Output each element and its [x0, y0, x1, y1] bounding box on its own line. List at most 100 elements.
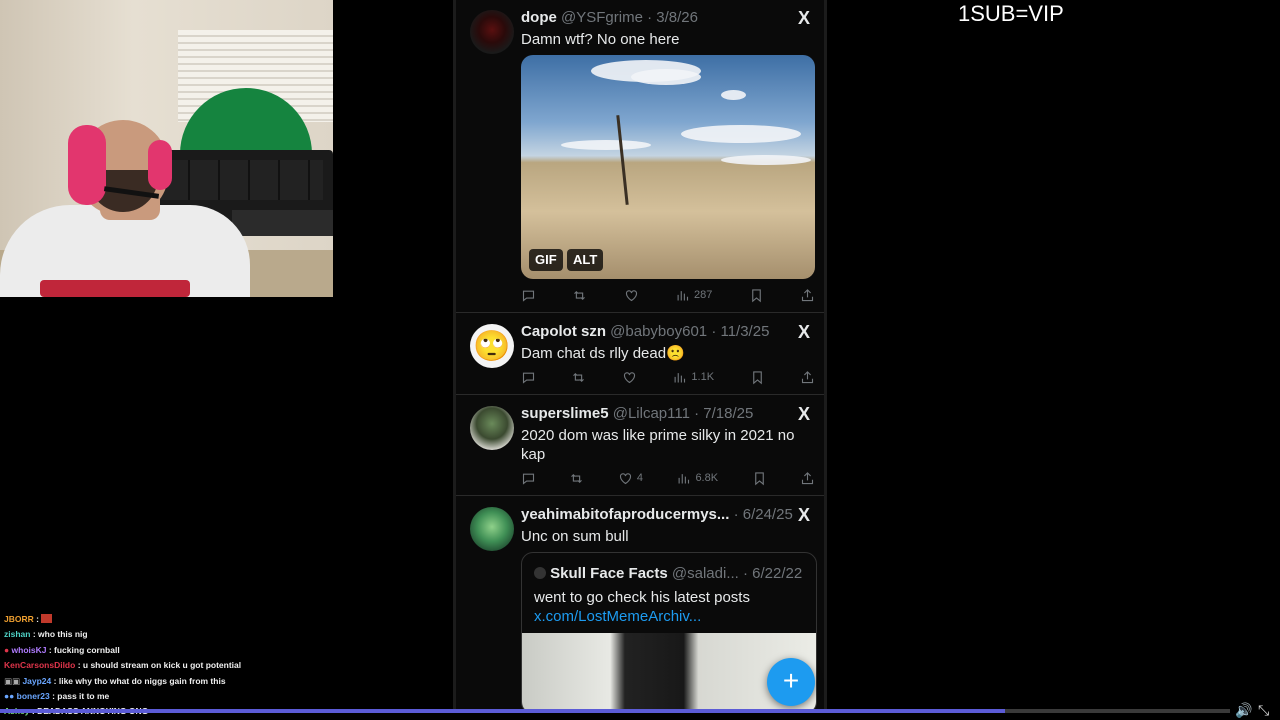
quoted-link[interactable]: x.com/LostMemeArchiv... [534, 608, 701, 625]
badge-icon: ●● [4, 691, 15, 702]
post-meta: dope @YSFgrime · 3/8/26 [521, 9, 698, 26]
post-meta: Capolot szn @babyboy601 · 11/3/25 [521, 323, 769, 340]
repost-button[interactable] [571, 370, 586, 385]
views-button[interactable]: 1.1K [672, 370, 714, 385]
chat-text: : pass it to me [52, 691, 110, 702]
like-button[interactable] [622, 370, 637, 385]
chat-message: ● whoisKJ : fucking cornball [4, 643, 264, 658]
author-name[interactable]: Capolot szn [521, 323, 606, 340]
post-meta: superslime5 @Lilcap111 · 7/18/25 [521, 405, 753, 422]
reply-button[interactable] [521, 288, 536, 303]
chat-username[interactable]: whoisKJ [12, 645, 47, 655]
badge-icon: ● [4, 644, 10, 655]
avatar[interactable]: 🙄 [470, 324, 514, 368]
post-date: · 11/3/25 [711, 323, 770, 340]
chat-message: JBORR : [4, 612, 264, 627]
repost-icon [574, 290, 586, 300]
chat-username[interactable]: zishan [4, 629, 30, 639]
chat-text: : fucking cornball [48, 644, 120, 655]
twitter-feed[interactable]: dope @YSFgrime · 3/8/26 X Damn wtf? No o… [453, 0, 827, 710]
bookmark-button[interactable] [749, 288, 764, 303]
heart-icon [619, 472, 631, 484]
share-icon [801, 370, 814, 383]
views-button[interactable]: 6.8K [676, 471, 718, 486]
post-actions: 287 [521, 286, 815, 304]
quoted-avatar [534, 567, 546, 579]
avatar[interactable] [470, 10, 514, 54]
author-handle[interactable]: @Lilcap111 [613, 405, 690, 422]
chat-message: ●● boner23 : pass it to me [4, 689, 264, 704]
share-icon [801, 288, 814, 301]
reply-button[interactable] [521, 370, 536, 385]
author-name[interactable]: superslime5 [521, 405, 609, 422]
author-name[interactable]: yeahimabitofaproducermys... [521, 506, 729, 523]
x-logo-icon: X [797, 322, 810, 342]
post-item[interactable]: 🙄 Capolot szn @babyboy601 · 11/3/25 X Da… [456, 313, 824, 395]
repost-button[interactable] [572, 288, 587, 303]
post-actions: 1.1K [521, 368, 815, 386]
chat-username[interactable]: JBORR [4, 614, 34, 624]
bookmark-icon [751, 288, 761, 302]
chat-message: ▣▣ Jayp24 : like why tho what do niggs g… [4, 674, 264, 689]
stream-chat: JBORR : zishan : who this nig ● whoisKJ … [4, 612, 264, 720]
like-button[interactable]: 4 [618, 471, 643, 486]
quoted-author-name[interactable]: Skull Face Facts [550, 565, 668, 582]
post-text: Unc on sum bull [521, 528, 629, 545]
share-button[interactable] [800, 288, 815, 303]
x-logo-icon: X [797, 8, 810, 28]
gif-badge: GIF [529, 249, 563, 271]
avatar[interactable] [470, 406, 514, 450]
x-logo-icon: X [797, 404, 810, 424]
chat-username[interactable]: Jayp24 [22, 676, 51, 686]
share-button[interactable] [800, 471, 815, 486]
analytics-icon [677, 290, 689, 300]
analytics-icon [674, 372, 686, 382]
post-media-gif[interactable]: GIF ALT [521, 55, 815, 279]
chat-text: : like why tho what do niggs gain from t… [53, 675, 226, 686]
quoted-post-text: went to go check his latest posts x.com/… [534, 588, 804, 626]
x-logo-icon: X [797, 505, 810, 525]
view-count: 6.8K [695, 472, 719, 484]
quoted-post-date: · 6/22/22 [743, 565, 803, 582]
views-button[interactable]: 287 [675, 288, 712, 303]
webcam-feed [0, 0, 333, 297]
chat-message: zishan : who this nig [4, 627, 264, 642]
post-text: Damn wtf? No one here [521, 31, 680, 48]
bookmark-button[interactable] [752, 471, 767, 486]
chat-username[interactable]: KenCarsonsDildo [4, 660, 75, 670]
heart-icon [625, 289, 637, 301]
author-handle[interactable]: @YSFgrime [561, 9, 643, 26]
chat-username[interactable]: boner23 [17, 691, 50, 701]
post-date: · 3/8/26 [647, 9, 698, 26]
like-count: 4 [636, 472, 643, 484]
share-button[interactable] [800, 370, 815, 385]
share-icon [801, 471, 814, 484]
author-name[interactable]: dope [521, 9, 557, 26]
alt-badge[interactable]: ALT [567, 249, 604, 271]
author-handle[interactable]: @babyboy601 [610, 323, 707, 340]
emote-icon [41, 614, 53, 623]
post-item[interactable]: superslime5 @Lilcap111 · 7/18/25 X 2020 … [456, 395, 824, 496]
chat-message: KenCarsonsDildo : u should stream on kic… [4, 658, 264, 673]
badge-icon: ▣▣ [4, 675, 21, 686]
chat-text: : u should stream on kick u got potentia… [77, 660, 242, 671]
repost-button[interactable] [569, 471, 584, 486]
view-count: 1.1K [691, 371, 715, 383]
compose-button[interactable]: + [767, 658, 815, 706]
quoted-author-handle[interactable]: @saladi... [672, 565, 739, 582]
post-date: · 7/18/25 [694, 405, 754, 422]
post-actions: 4 6.8K [521, 469, 815, 487]
chat-text: : who this nig [32, 629, 88, 640]
post-date: · 6/24/25 [733, 506, 793, 523]
avatar[interactable] [470, 507, 514, 551]
fullscreen-icon[interactable]: ⤡ [1258, 702, 1269, 719]
video-progress-bar[interactable] [0, 709, 1230, 713]
volume-icon[interactable]: 🔊 [1235, 702, 1252, 719]
post-meta: yeahimabitofaproducermys... · 6/24/25 [521, 506, 793, 523]
reply-icon [522, 473, 535, 485]
like-button[interactable] [624, 288, 639, 303]
quoted-text: went to go check his latest posts [534, 589, 750, 606]
reply-button[interactable] [521, 471, 536, 486]
post-item[interactable]: dope @YSFgrime · 3/8/26 X Damn wtf? No o… [456, 0, 824, 313]
bookmark-button[interactable] [750, 370, 765, 385]
